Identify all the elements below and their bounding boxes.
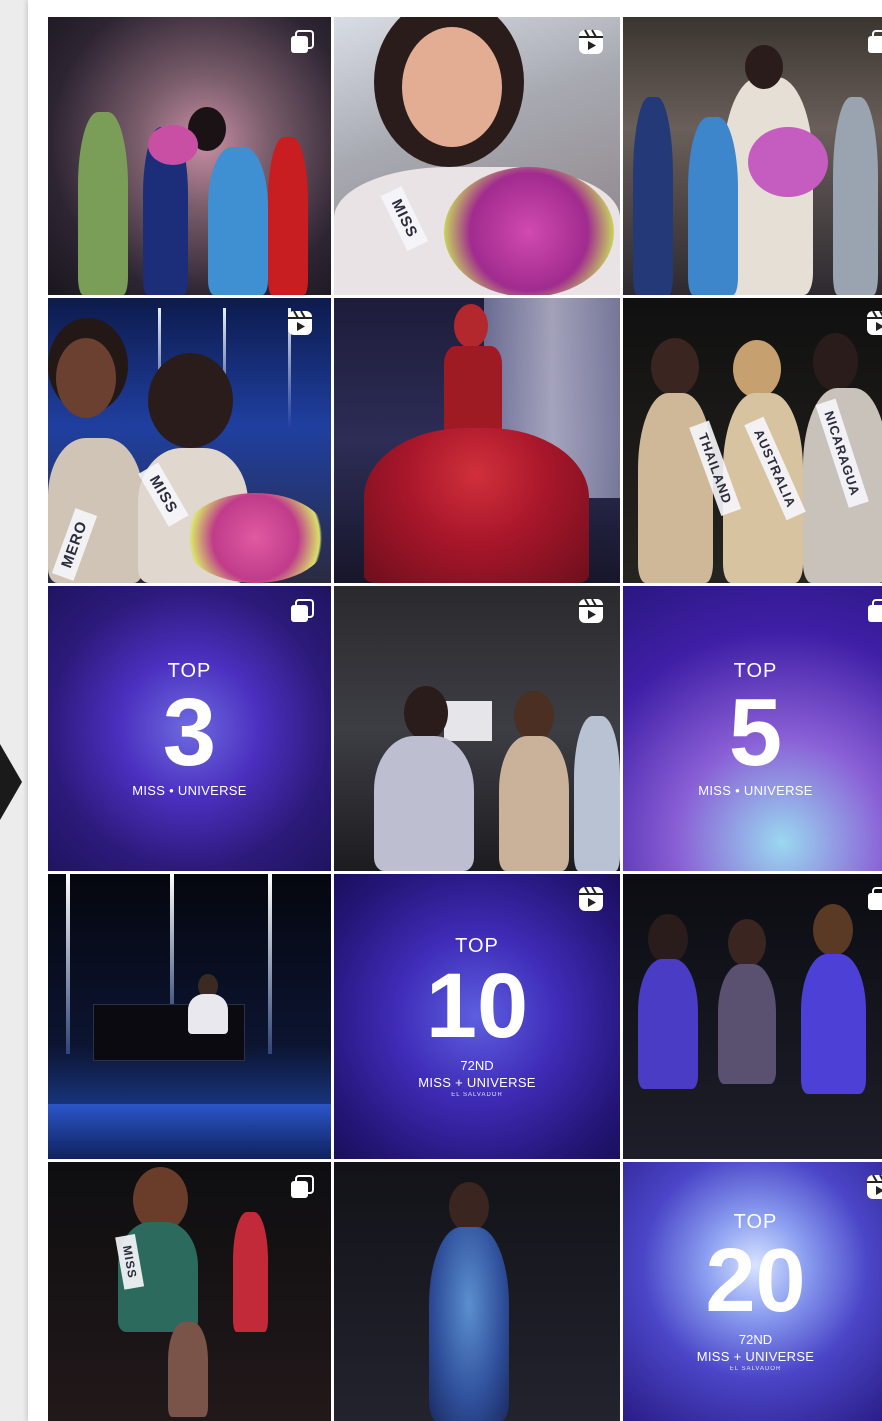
post-grid: MISS MISS MERO THAILAND AUSTRALIA NICARA… [48, 17, 882, 1421]
post-tile-winner-waving[interactable] [623, 17, 882, 295]
reel-icon [576, 884, 606, 914]
post-tile-blue-gown[interactable] [334, 1162, 620, 1421]
reel-icon [864, 308, 882, 338]
post-tile-backstage-dance[interactable] [334, 586, 620, 871]
reel-icon [576, 596, 606, 626]
promo-edition: 72ND [738, 1332, 773, 1347]
promo-number: 20 [705, 1231, 806, 1331]
post-tile-stage-celebration[interactable]: MISS MERO [48, 298, 331, 583]
carousel-icon [864, 884, 882, 914]
carousel-icon [864, 596, 882, 626]
promo-number: 5 [728, 678, 783, 786]
reel-icon [864, 1172, 882, 1202]
carousel-icon [864, 27, 882, 57]
promo-edition: 72ND [460, 1058, 494, 1073]
post-tile-swimsuit-trio[interactable] [623, 874, 882, 1159]
reel-icon [576, 27, 606, 57]
promo-brand: MISS • UNIVERSE [132, 782, 247, 798]
promo-number: 3 [162, 678, 217, 786]
reel-icon [285, 308, 315, 338]
post-tile-piano-performance[interactable] [48, 874, 331, 1159]
post-tile-green-swimsuit[interactable]: MISS [48, 1162, 331, 1421]
post-tile-crowning-celebration[interactable] [48, 17, 331, 295]
carousel-icon [287, 596, 317, 626]
previous-arrow-icon[interactable] [0, 744, 22, 820]
carousel-icon [287, 27, 317, 57]
post-tile-top-5[interactable]: TOP 5 MISS • UNIVERSE [623, 586, 882, 871]
carousel-icon [287, 1172, 317, 1202]
promo-brand: MISS • UNIVERSE [698, 782, 813, 798]
promo-brand: MISS + UNIVERSE [418, 1075, 536, 1090]
post-tile-top-3[interactable]: TOP 3 MISS • UNIVERSE [48, 586, 331, 871]
promo-location: EL SALVADOR [729, 1366, 782, 1372]
post-tile-top-10[interactable]: TOP 10 72ND MISS + UNIVERSE EL SALVADOR [334, 874, 620, 1159]
post-tile-three-delegates[interactable]: THAILAND AUSTRALIA NICARAGUA [623, 298, 882, 583]
promo-number: 10 [425, 955, 529, 1057]
promo-brand: MISS + UNIVERSE [696, 1349, 815, 1364]
post-tile-top-20[interactable]: TOP 20 72ND MISS + UNIVERSE EL SALVADOR [623, 1162, 882, 1421]
promo-location: EL SALVADOR [451, 1092, 503, 1098]
post-tile-winner-closeup[interactable]: MISS [334, 17, 620, 295]
post-tile-red-gown[interactable] [334, 298, 620, 583]
